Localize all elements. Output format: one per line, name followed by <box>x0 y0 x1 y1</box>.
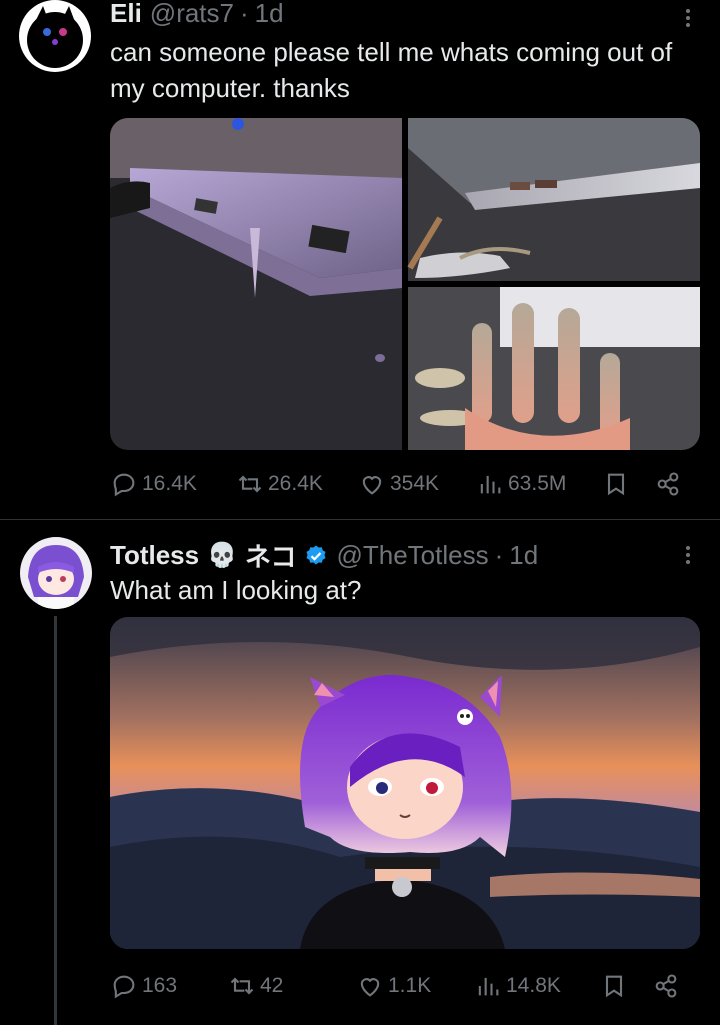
retweet-button[interactable]: 26.4K <box>236 470 358 498</box>
separator-dot: · <box>494 540 504 570</box>
bookmark-button[interactable] <box>602 470 654 498</box>
like-button[interactable]: 1.1K <box>356 972 474 1000</box>
timestamp[interactable]: 1d <box>509 540 538 571</box>
thread-line <box>54 616 57 1025</box>
views-icon <box>480 475 501 494</box>
skull-emoji: 💀 <box>207 542 237 569</box>
like-count: 1.1K <box>388 974 432 997</box>
heart-icon <box>360 978 380 997</box>
views-button[interactable]: 14.8K <box>474 972 600 1000</box>
display-name[interactable]: Eli <box>110 0 142 29</box>
photo-laptop-side[interactable] <box>407 118 700 281</box>
reply-button[interactable]: 163 <box>110 972 228 1000</box>
media-grid[interactable] <box>110 118 700 450</box>
views-count: 14.8K <box>506 974 561 997</box>
tweet-eli[interactable]: Eli @rats7 · 1d can someone please tell … <box>0 0 720 520</box>
views-count: 63.5M <box>508 472 567 495</box>
retweet-count: 42 <box>260 974 284 997</box>
bookmark-icon <box>607 473 625 496</box>
bookmark-button[interactable] <box>600 972 652 1000</box>
heart-icon <box>362 476 382 495</box>
share-button[interactable] <box>652 972 684 1000</box>
views-button[interactable]: 63.5M <box>476 470 602 498</box>
tweet-text: What am I looking at? <box>110 575 362 605</box>
tweet-header: Totless 💀 ネコ @TheTotless · 1d <box>110 537 538 574</box>
photo-laptop-closeup[interactable] <box>110 118 402 450</box>
photo-dirty-fingers[interactable] <box>408 287 700 450</box>
like-count: 354K <box>390 472 440 495</box>
timestamp[interactable]: 1d <box>255 0 284 29</box>
avatar-totless[interactable] <box>20 537 92 609</box>
tweet-actions: 16.4K 26.4K 354K 63.5M <box>110 470 690 498</box>
tweet-actions: 163 42 1.1K 14.8K <box>110 972 690 1000</box>
retweet-icon <box>230 977 254 995</box>
bookmark-icon <box>605 975 623 998</box>
more-options-icon[interactable] <box>686 6 692 30</box>
reply-count: 163 <box>142 974 178 997</box>
like-button[interactable]: 354K <box>358 470 476 498</box>
retweet-count: 26.4K <box>268 472 323 495</box>
display-name[interactable]: Totless <box>110 540 199 571</box>
retweet-button[interactable]: 42 <box>228 972 356 1000</box>
share-icon <box>655 974 677 998</box>
user-handle[interactable]: @TheTotless <box>336 540 488 571</box>
tweet-totless[interactable]: Totless 💀 ネコ @TheTotless · 1d What am I … <box>0 521 720 1025</box>
share-button[interactable] <box>654 470 686 498</box>
user-handle[interactable]: @rats7 <box>150 0 234 29</box>
media-vtuber-image[interactable] <box>110 617 700 949</box>
verified-badge-icon <box>306 545 326 564</box>
reply-count: 16.4K <box>142 472 197 495</box>
reply-icon <box>113 473 135 497</box>
reply-button[interactable]: 16.4K <box>110 470 236 498</box>
reply-icon <box>113 975 135 999</box>
tweet-header: Eli @rats7 · 1d <box>110 0 284 29</box>
share-icon <box>657 472 679 496</box>
more-options-icon[interactable] <box>686 543 692 567</box>
retweet-icon <box>238 475 262 493</box>
tweet-text: can someone please tell me whats coming … <box>110 37 673 103</box>
display-name-suffix[interactable]: ネコ <box>245 537 296 574</box>
separator-dot: · <box>240 0 249 28</box>
views-icon <box>478 977 499 996</box>
avatar-eli[interactable] <box>19 0 91 72</box>
